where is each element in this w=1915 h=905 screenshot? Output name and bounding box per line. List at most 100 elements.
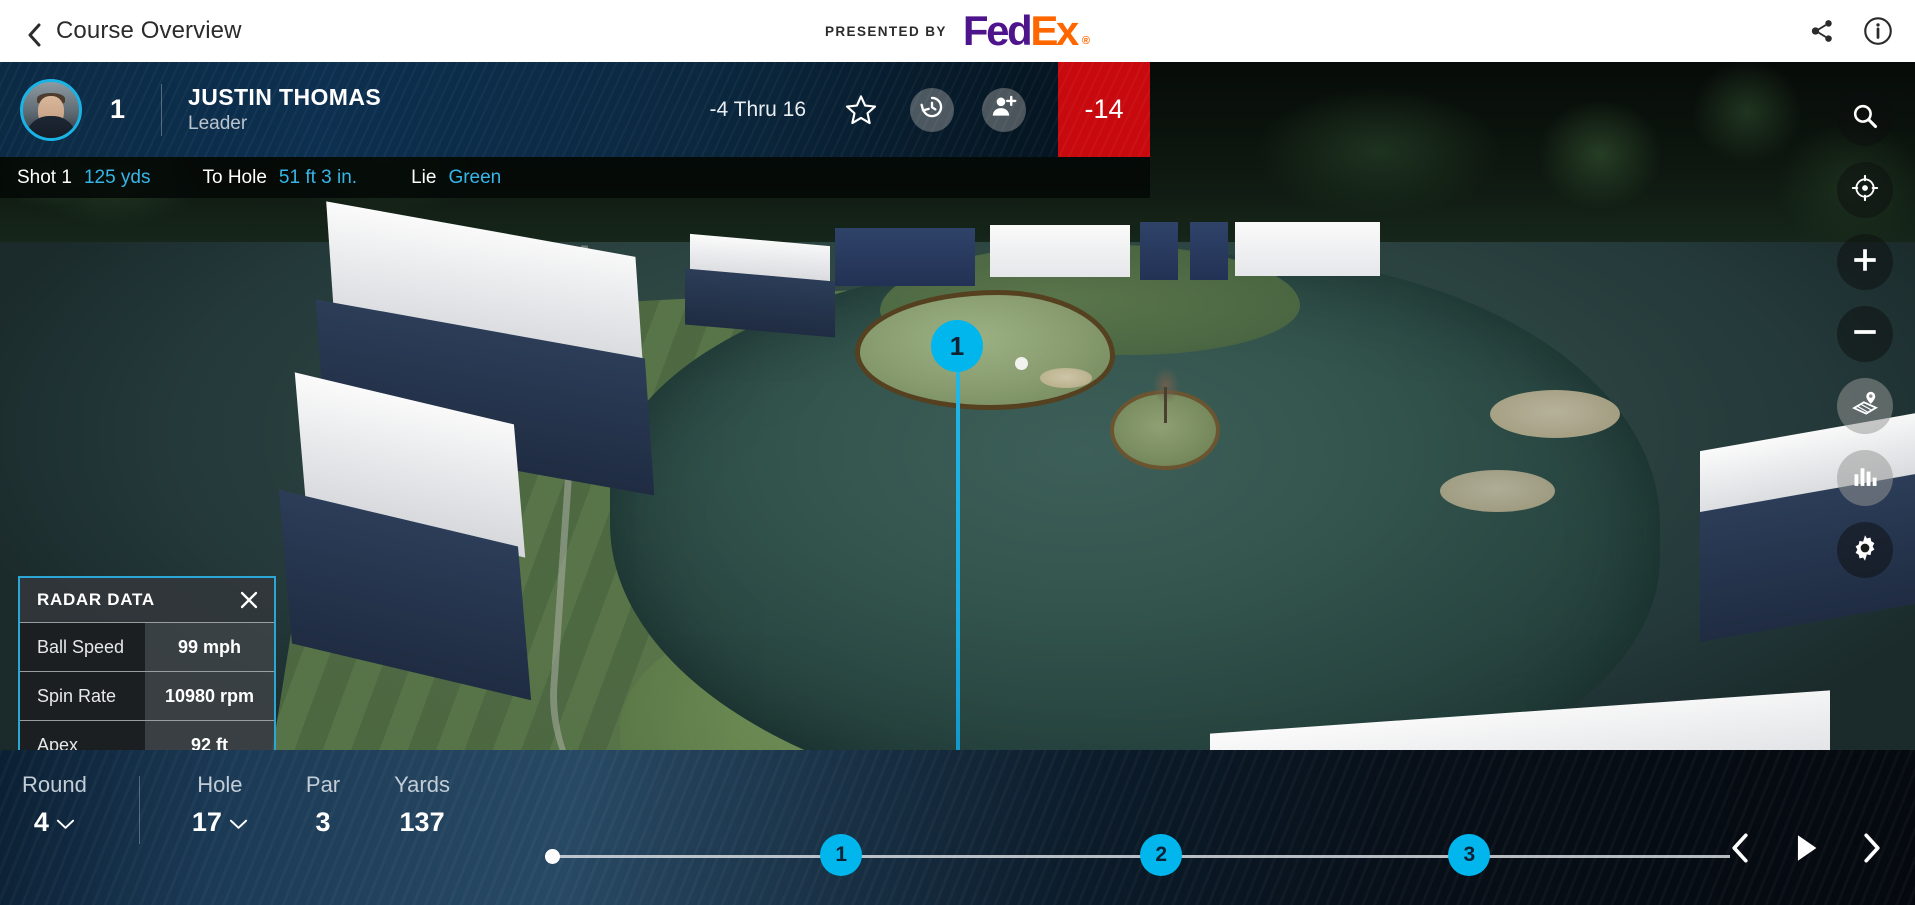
to-hole-segment: To Hole 51 ft 3 in. <box>202 167 357 189</box>
fedex-registered-mark: ® <box>1081 35 1090 47</box>
search-icon <box>1851 102 1879 135</box>
play-icon <box>1797 835 1817 861</box>
chevron-down-icon <box>56 807 75 838</box>
bunker-right-upper <box>1490 390 1620 438</box>
shot-number-segment: Shot 1 125 yds <box>17 167 150 189</box>
to-hole-label: To Hole <box>202 166 267 188</box>
playback-controls <box>1723 831 1889 865</box>
avatar-shirt <box>25 115 77 138</box>
hole-value: 17 <box>191 807 222 837</box>
settings-gear-icon <box>1850 533 1880 568</box>
zoom-out-icon <box>1850 317 1880 352</box>
bleacher-board-1 <box>990 225 1130 277</box>
hole-label: Hole <box>197 772 243 797</box>
player-info-bar: 1 JUSTIN THOMAS Leader -4 Thru 16 -14 <box>0 62 1150 157</box>
chevron-left-icon <box>26 23 42 47</box>
shot-timeline[interactable]: 1 2 3 <box>545 834 1730 879</box>
shot-marker-1[interactable]: 1 <box>931 320 983 372</box>
bottom-control-bar: Round 4 Hole 17 Par 3 Yards 137 1 2 3 <box>0 750 1915 905</box>
bleacher-divider-1 <box>1140 222 1178 280</box>
play-button[interactable] <box>1789 831 1823 865</box>
recenter-button[interactable] <box>1837 162 1893 218</box>
player-name: JUSTIN THOMAS <box>188 83 382 110</box>
info-icon[interactable] <box>1863 16 1893 46</box>
shot-tracker-app: 1 Course Overview PRESENTED BY FedEx® <box>0 0 1915 905</box>
shot-trajectory-line <box>956 350 960 755</box>
timeline-node-3[interactable]: 3 <box>1448 834 1491 876</box>
fedex-ex-text: Ex <box>1030 7 1079 54</box>
lie-label: Lie <box>411 166 437 188</box>
player-avatar[interactable] <box>20 78 82 141</box>
hole-stats-group: Round 4 Hole 17 Par 3 Yards 137 <box>0 772 450 844</box>
previous-shot-button[interactable] <box>1723 831 1757 865</box>
island-tree <box>1148 365 1184 423</box>
add-person-icon <box>990 93 1018 126</box>
yards-value: 137 <box>399 807 445 837</box>
back-to-course-overview-button[interactable]: Course Overview <box>26 17 242 47</box>
round-selector[interactable]: Round 4 <box>22 772 87 838</box>
radar-data-panel: RADAR DATA Ball Speed 99 mph Spin Rate 1… <box>18 576 276 769</box>
bunker-green-side <box>1040 368 1092 388</box>
radar-key: Ball Speed <box>20 623 145 671</box>
hole-value-wrap: 17 <box>192 807 248 838</box>
player-score-thru: -4 Thru 16 <box>709 97 807 121</box>
stats-button[interactable] <box>1837 450 1893 506</box>
history-icon <box>918 93 946 126</box>
to-hole-value: 51 ft 3 in. <box>278 166 358 188</box>
shot-detail-bar: Shot 1 125 yds To Hole 51 ft 3 in. Lie G… <box>0 157 1150 198</box>
target-icon <box>1851 174 1879 207</box>
player-total-score-badge: -14 <box>1058 62 1150 157</box>
next-shot-button[interactable] <box>1855 831 1889 865</box>
shot-history-button[interactable] <box>910 87 954 132</box>
timeline-node-2[interactable]: 2 <box>1140 834 1183 876</box>
lie-value: Green <box>448 166 502 188</box>
add-player-button[interactable] <box>982 87 1026 132</box>
par-label: Par <box>305 772 341 797</box>
chevron-left-icon <box>1732 833 1748 863</box>
bleacher-divider-2 <box>1190 222 1228 280</box>
radar-value: 10980 rpm <box>145 672 274 720</box>
share-icon[interactable] <box>1807 16 1837 46</box>
stats-divider <box>138 776 140 844</box>
timeline-node-1[interactable]: 1 <box>820 834 863 876</box>
bar-chart-icon <box>1851 462 1879 495</box>
yards-display: Yards 137 <box>394 772 450 838</box>
settings-button[interactable] <box>1837 522 1893 578</box>
fedex-logo: Fed Ex ® <box>963 10 1090 52</box>
round-value: 4 <box>33 807 49 837</box>
map-pin-icon <box>1850 389 1880 424</box>
radar-row-spin-rate: Spin Rate 10980 rpm <box>20 671 274 720</box>
timeline-track[interactable] <box>545 855 1730 858</box>
back-label: Course Overview <box>56 17 242 44</box>
shot-distance-value: 125 yds <box>83 166 151 188</box>
round-value-wrap: 4 <box>34 807 75 838</box>
presented-by-label: PRESENTED BY <box>825 23 947 39</box>
map-tools-toolbar <box>1837 90 1893 578</box>
close-icon[interactable] <box>239 590 259 610</box>
shot-label: Shot 1 <box>17 166 72 188</box>
fedex-fed-text: Fed <box>962 7 1033 54</box>
hole-selector[interactable]: Hole 17 <box>192 772 248 838</box>
radar-panel-header: RADAR DATA <box>20 578 274 622</box>
zoom-in-button[interactable] <box>1837 234 1893 290</box>
presented-by-block: PRESENTED BY Fed Ex ® <box>825 10 1090 52</box>
radar-key: Spin Rate <box>20 672 145 720</box>
radar-value: 99 mph <box>145 623 274 671</box>
bunker-right-lower <box>1440 470 1555 512</box>
player-status: Leader <box>188 113 248 135</box>
lie-segment: Lie Green <box>411 167 501 189</box>
yards-label: Yards <box>394 772 450 797</box>
course-map-button[interactable] <box>1837 378 1893 434</box>
zoom-out-button[interactable] <box>1837 306 1893 362</box>
radar-panel-title: RADAR DATA <box>37 590 155 609</box>
par-value: 3 <box>315 807 331 837</box>
search-button[interactable] <box>1837 90 1893 146</box>
timeline-start-dot[interactable] <box>545 849 560 864</box>
sponsor-board-main <box>835 228 975 286</box>
radar-row-ball-speed: Ball Speed 99 mph <box>20 622 274 671</box>
chevron-right-icon <box>1864 833 1880 863</box>
player-divider <box>161 83 163 136</box>
star-icon[interactable] <box>844 93 878 127</box>
pin-position <box>1015 357 1028 370</box>
top-header: Course Overview PRESENTED BY Fed Ex ® <box>0 0 1915 62</box>
